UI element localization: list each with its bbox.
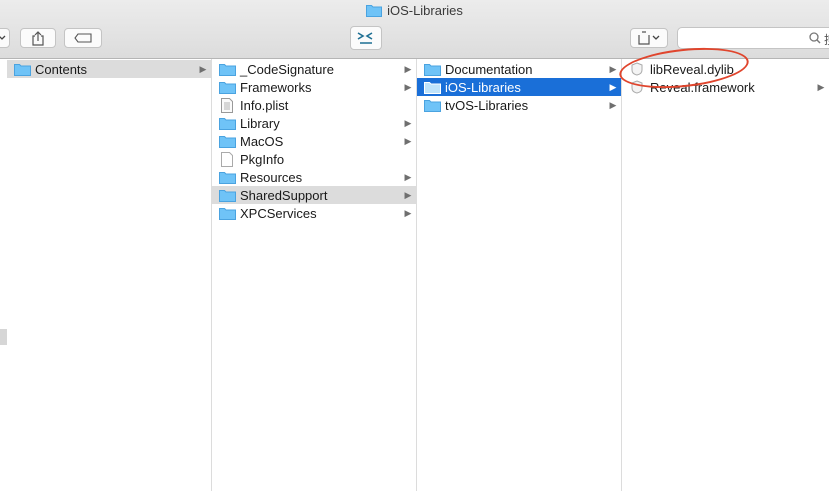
item-label: Contents: [35, 61, 88, 77]
folder-icon: [13, 62, 31, 76]
disclosure-arrow-icon: ▶: [404, 135, 412, 146]
disclosure-arrow-icon: ▶: [404, 207, 412, 218]
folder-icon: [423, 80, 441, 94]
terminal-icon: [357, 32, 373, 44]
disclosure-arrow-icon: ▶: [817, 81, 825, 92]
window-title-text: iOS-Libraries: [387, 3, 463, 18]
chevron-down-icon: [0, 35, 6, 40]
search-icon: [809, 32, 821, 44]
disclosure-arrow-icon: ▶: [609, 81, 617, 92]
window-title: iOS-Libraries: [0, 3, 829, 18]
column-2-item[interactable]: Frameworks ▶: [212, 78, 416, 96]
column-2-item[interactable]: SharedSupport ▶: [212, 186, 416, 204]
share-button[interactable]: [20, 28, 56, 48]
column-browser: Contents ▶ _CodeSignature ▶ Frameworks ▶ Info…: [0, 59, 829, 491]
tag-icon: [74, 33, 92, 43]
terminal-button[interactable]: [350, 26, 382, 50]
plist-file-icon: [218, 97, 236, 113]
item-label: Info.plist: [240, 97, 289, 113]
item-label: SharedSupport: [240, 187, 328, 203]
column-3-item[interactable]: Documentation ▶: [417, 60, 621, 78]
disclosure-arrow-icon: ▶: [404, 63, 412, 74]
document-icon: [218, 151, 236, 167]
column-3-item[interactable]: tvOS-Libraries ▶: [417, 96, 621, 114]
folder-icon: [366, 5, 383, 17]
column-3: Documentation ▶ iOS-Libraries ▶ tvOS-Librari…: [417, 59, 622, 491]
column-2-item[interactable]: XPCServices ▶: [212, 204, 416, 222]
folder-icon: [218, 206, 236, 220]
item-label: iOS-Libraries: [445, 79, 521, 95]
item-label: Frameworks: [240, 79, 312, 95]
disclosure-arrow-icon: ▶: [404, 171, 412, 182]
folder-icon: [218, 134, 236, 148]
folder-icon: [218, 80, 236, 94]
disclosure-arrow-icon: ▶: [609, 63, 617, 74]
column-1: Contents ▶: [7, 59, 212, 491]
item-label: Library: [240, 115, 280, 131]
folder-icon: [423, 62, 441, 76]
view-options-button[interactable]: [0, 28, 10, 48]
action-menu-button[interactable]: [630, 28, 668, 48]
disclosure-arrow-icon: ▶: [609, 99, 617, 110]
column-4: libReveal.dylib Reveal.framework ▶: [622, 59, 829, 491]
folder-icon: [218, 62, 236, 76]
column-2-item[interactable]: Library ▶: [212, 114, 416, 132]
column-1-item[interactable]: Contents ▶: [7, 60, 211, 78]
disclosure-arrow-icon: ▶: [199, 63, 207, 74]
column-2: _CodeSignature ▶ Frameworks ▶ Info.plist Libr…: [212, 59, 417, 491]
folder-icon: [218, 116, 236, 130]
folder-icon: [423, 98, 441, 112]
column-2-item[interactable]: Info.plist: [212, 96, 416, 114]
disclosure-arrow-icon: ▶: [404, 117, 412, 128]
folder-icon: [218, 170, 236, 184]
column-2-item[interactable]: Resources ▶: [212, 168, 416, 186]
share-icon: [32, 30, 44, 46]
item-label: XPCServices: [240, 205, 317, 221]
action-menu-icon: [638, 31, 660, 45]
column-3-item[interactable]: iOS-Libraries ▶: [417, 78, 621, 96]
folder-icon: [218, 188, 236, 202]
item-label: MacOS: [240, 133, 284, 149]
search-field[interactable]: 搜: [677, 27, 829, 49]
search-placeholder: 搜: [824, 31, 829, 48]
column-2-item[interactable]: PkgInfo: [212, 150, 416, 168]
disclosure-arrow-icon: ▶: [404, 81, 412, 92]
item-label: tvOS-Libraries: [445, 97, 529, 113]
disclosure-arrow-icon: ▶: [404, 189, 412, 200]
item-label: Documentation: [445, 61, 533, 77]
tag-button[interactable]: [64, 28, 102, 48]
column-2-item[interactable]: _CodeSignature ▶: [212, 60, 416, 78]
item-label: Resources: [240, 169, 303, 185]
item-label: _CodeSignature: [240, 61, 334, 77]
column-2-item[interactable]: MacOS ▶: [212, 132, 416, 150]
item-label: PkgInfo: [240, 151, 285, 167]
scroll-indicator[interactable]: [0, 329, 7, 345]
